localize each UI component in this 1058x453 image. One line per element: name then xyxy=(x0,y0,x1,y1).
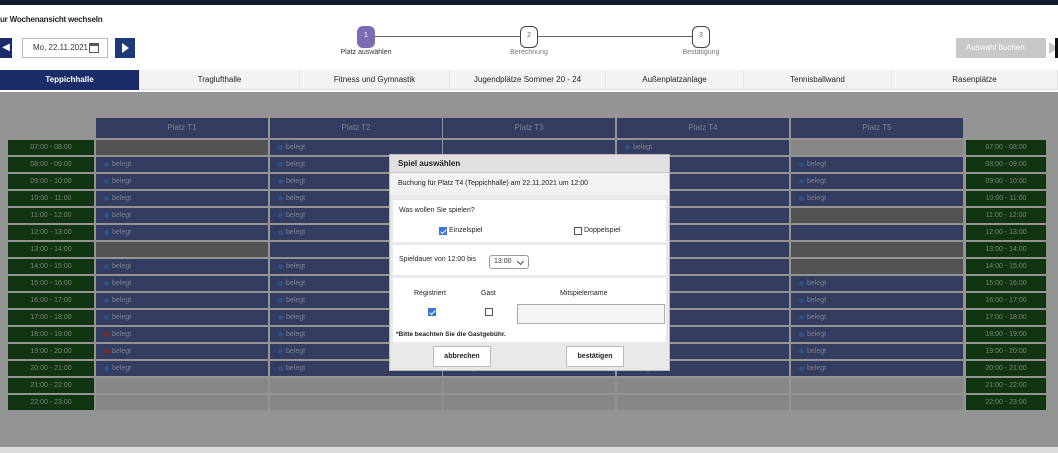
guest-header: Gast xyxy=(481,290,496,297)
duration-end-value: 13:00 xyxy=(494,258,512,265)
single-game-label: Einzelspiel xyxy=(449,227,483,234)
step-2-circle: 2 xyxy=(520,26,538,48)
calendar-icon[interactable] xyxy=(89,43,99,53)
facility-tabs: Teppichhalle Traglufthalle Fitness und G… xyxy=(0,70,1058,90)
tab-aussenplatzanlage[interactable]: Außenplatzanlage xyxy=(606,70,744,90)
dialog-title: Spiel auswählen xyxy=(390,155,669,173)
previous-day-button[interactable]: ◀ xyxy=(0,38,12,58)
step-1-circle: 1 xyxy=(357,26,375,48)
tab-teppichhalle[interactable]: Teppichhalle xyxy=(0,70,140,90)
partner-section: Registriert Gast Mitspielername *Bitte b… xyxy=(393,278,666,342)
tab-jugendplaetze[interactable]: Jugendplätze Sommer 20 - 24 xyxy=(450,70,606,90)
double-game-label: Doppelspiel xyxy=(584,227,621,234)
date-picker-field[interactable]: Mo, 22.11.2021 xyxy=(22,38,108,58)
booking-page: ur Wochenansicht wechseln ◀ Mo, 22.11.20… xyxy=(0,0,1058,453)
tab-rasenplaetze[interactable]: Rasenplätze xyxy=(892,70,1058,90)
confirm-button[interactable]: bestätigen xyxy=(566,346,624,367)
game-type-question: Was wollen Sie spielen? xyxy=(399,207,475,214)
week-view-toggle-link[interactable]: ur Wochenansicht wechseln xyxy=(0,15,103,24)
dialog-booking-info: Buchung für Platz T4 (Teppichhalle) am 2… xyxy=(390,173,669,195)
page-bottom xyxy=(0,447,1058,453)
step-connector xyxy=(375,36,520,37)
duration-end-select[interactable]: 13:00 xyxy=(489,255,529,269)
duration-label: Spieldauer von 12:00 bis xyxy=(399,256,477,263)
step-3-circle: 3 xyxy=(692,26,710,48)
single-game-checkbox[interactable] xyxy=(439,227,447,235)
tab-fitness-gymnastik[interactable]: Fitness und Gymnastik xyxy=(300,70,450,90)
tab-tennisballwand[interactable]: Tennisballwand xyxy=(744,70,892,90)
duration-section: Spieldauer von 12:00 bis 13:00 xyxy=(393,245,666,275)
tab-traglufthalle[interactable]: Traglufthalle xyxy=(140,70,300,90)
registered-header: Registriert xyxy=(414,290,446,297)
step-3-label: Bestätigung xyxy=(682,49,720,56)
guest-checkbox[interactable] xyxy=(485,308,493,316)
select-game-dialog: Spiel auswählen Buchung für Platz T4 (Te… xyxy=(389,154,670,371)
double-game-checkbox[interactable] xyxy=(574,227,582,235)
book-selection-button[interactable]: Auswahl buchen xyxy=(956,38,1058,58)
step-2-label: Berechnung xyxy=(510,49,548,56)
game-type-section: Was wollen Sie spielen? Einzelspiel Dopp… xyxy=(393,200,666,242)
step-1-label: Platz auswählen xyxy=(340,49,392,56)
registered-checkbox[interactable] xyxy=(428,308,436,316)
cancel-button[interactable]: abbrechen xyxy=(433,346,491,367)
top-bar xyxy=(0,0,1058,5)
partner-name-input[interactable] xyxy=(517,304,665,324)
guest-fee-note: *Bitte beachten Sie die Gastgebühr. xyxy=(396,331,506,338)
date-value: Mo, 22.11.2021 xyxy=(33,43,89,52)
partner-name-header: Mitspielername xyxy=(560,290,608,297)
next-day-button[interactable] xyxy=(115,38,135,58)
step-connector xyxy=(538,36,692,37)
